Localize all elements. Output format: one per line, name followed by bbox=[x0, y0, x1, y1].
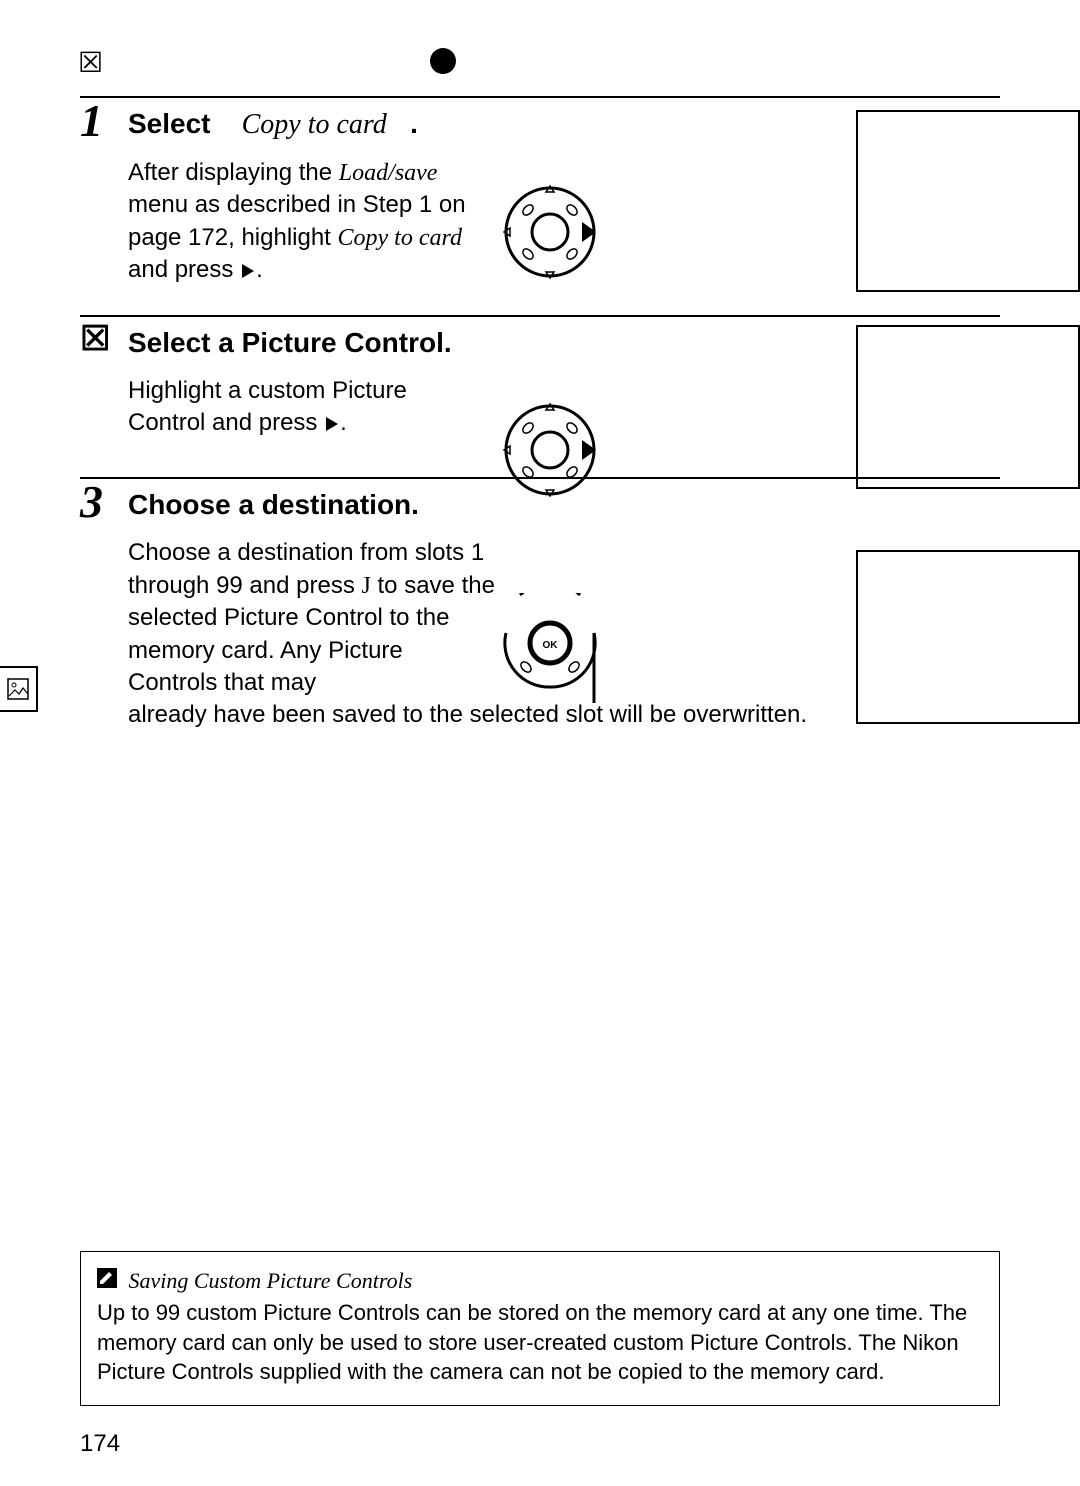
page-number: 174 bbox=[80, 1430, 120, 1458]
photo-tab-icon bbox=[7, 678, 29, 700]
step-number: 3 bbox=[80, 475, 103, 528]
step-number: ☒ bbox=[80, 319, 110, 359]
screenshot-placeholder bbox=[856, 110, 1080, 292]
ok-symbol: J bbox=[362, 573, 371, 599]
note-body: Up to 99 custom Picture Controls can be … bbox=[97, 1298, 983, 1387]
side-tab bbox=[0, 666, 38, 712]
manual-page: ☒ 1 Select Copy to card . After displayi… bbox=[0, 0, 1080, 1486]
screenshot-placeholder bbox=[856, 325, 1080, 489]
note-title: Saving Custom Picture Controls bbox=[97, 1266, 983, 1296]
body-text: . bbox=[340, 409, 347, 436]
multi-selector-ok-icon: OK bbox=[500, 593, 600, 703]
step-body: After displaying the Load/save menu as d… bbox=[128, 157, 488, 287]
section-dot-icon bbox=[430, 48, 456, 74]
top-corner-glyph: ☒ bbox=[78, 46, 103, 79]
body-text: . bbox=[256, 256, 263, 283]
body-text: already have been saved to the selected … bbox=[128, 701, 807, 728]
note-title-text: Saving Custom Picture Controls bbox=[129, 1268, 413, 1293]
svg-text:OK: OK bbox=[543, 640, 559, 651]
step-body: Highlight a custom Picture Control and p… bbox=[128, 375, 488, 440]
body-italic: Copy to card bbox=[338, 225, 462, 251]
note-pencil-icon bbox=[97, 1268, 117, 1288]
body-text: Highlight a custom Picture Control and p… bbox=[128, 377, 407, 436]
step-heading-italic: Copy to card bbox=[242, 109, 387, 140]
body-italic: Load/save bbox=[339, 160, 438, 186]
step-heading-bold: Select bbox=[128, 108, 211, 139]
step-body: Choose a destination from slots 1 throug… bbox=[128, 537, 868, 731]
body-text: After displaying the bbox=[128, 159, 339, 186]
note-box: Saving Custom Picture Controls Up to 99 … bbox=[80, 1251, 1000, 1406]
screenshot-placeholder bbox=[856, 550, 1080, 724]
right-arrow-icon bbox=[240, 263, 256, 279]
step-number: 1 bbox=[80, 94, 103, 147]
body-text: and press bbox=[128, 256, 240, 283]
multi-selector-right-icon bbox=[500, 182, 600, 282]
step-heading-tail: . bbox=[410, 108, 418, 139]
multi-selector-right-icon bbox=[500, 400, 600, 500]
right-arrow-icon bbox=[324, 416, 340, 432]
